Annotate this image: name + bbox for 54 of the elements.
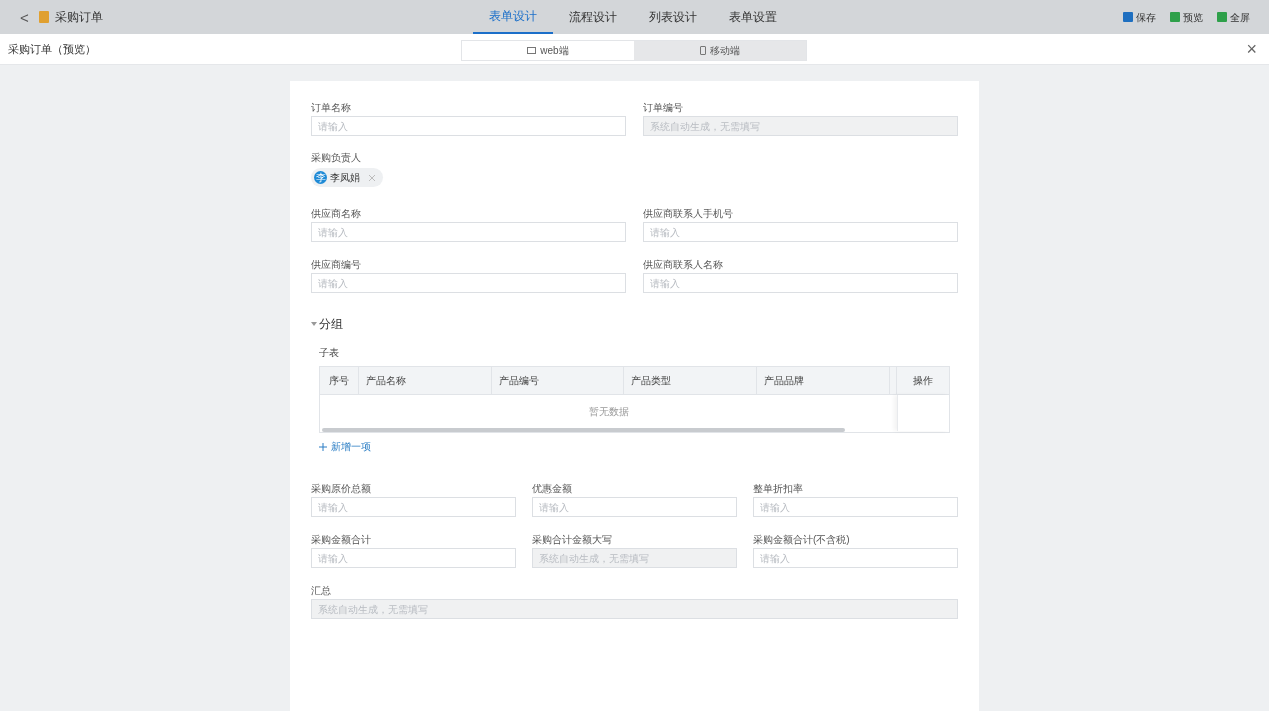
- input-field[interactable]: 请输入: [311, 548, 516, 568]
- input-field[interactable]: 请输入: [311, 497, 516, 517]
- avatar: 李: [314, 171, 327, 184]
- input-field[interactable]: 请输入: [311, 116, 626, 136]
- toolbar-button[interactable]: 全屏: [1217, 9, 1250, 25]
- scrollbar[interactable]: [322, 428, 845, 432]
- field-label: 供应商编号: [311, 258, 361, 272]
- add-row-link[interactable]: 新增一项: [319, 439, 371, 454]
- column-header: 产品品牌: [757, 367, 890, 394]
- preview-title: 采购订单（预览）: [7, 41, 96, 57]
- input-field[interactable]: 请输入: [643, 222, 958, 242]
- member-name: 李凤娟: [330, 171, 360, 185]
- tab[interactable]: 表单设置: [713, 0, 793, 34]
- caret-icon[interactable]: [311, 322, 317, 326]
- input-field[interactable]: 请输入: [643, 273, 958, 293]
- toolbar-button[interactable]: 预览: [1170, 9, 1203, 25]
- input-field[interactable]: 请输入: [311, 273, 626, 293]
- tab[interactable]: 流程设计: [553, 0, 633, 34]
- mode-tab[interactable]: 移动端: [634, 41, 806, 60]
- field-label: 供应商名称: [311, 207, 361, 221]
- remove-icon[interactable]: [369, 174, 375, 181]
- field-label: 供应商联系人手机号: [643, 207, 733, 221]
- field-label: 采购合计金额大写: [532, 533, 612, 547]
- phone-icon: [700, 46, 706, 55]
- close-button[interactable]: ×: [1246, 40, 1269, 58]
- empty-text: 暂无数据: [587, 404, 630, 419]
- column-header: 操作: [912, 374, 934, 388]
- field-label: 汇总: [311, 584, 331, 598]
- column-header: 产品类型: [624, 367, 757, 394]
- group-title: 分组: [319, 316, 343, 333]
- column-header: 产品名称: [359, 367, 492, 394]
- field-label: 订单编号: [643, 101, 683, 115]
- input-field[interactable]: 请输入: [753, 497, 958, 517]
- field-label: 采购负责人: [311, 152, 362, 164]
- field-label: 供应商联系人名称: [643, 258, 723, 272]
- plus-icon: [319, 442, 327, 451]
- column-header: 产品编号: [492, 367, 624, 394]
- field-label: 采购金额合计(不含税): [753, 533, 850, 547]
- field-label: 优惠金额: [532, 482, 572, 496]
- member-tag[interactable]: 李 李凤娟: [311, 168, 383, 187]
- field-label: 采购金额合计: [311, 533, 371, 547]
- toolbar-button[interactable]: 保存: [1123, 9, 1156, 25]
- tab[interactable]: 列表设计: [633, 0, 713, 34]
- column-header: 序号: [320, 367, 359, 394]
- monitor-icon: [527, 47, 537, 54]
- input-field[interactable]: 请输入: [311, 222, 626, 242]
- back-button[interactable]: <: [20, 9, 29, 25]
- input-field[interactable]: 请输入: [532, 497, 737, 517]
- field-label: 采购原价总额: [311, 482, 371, 496]
- field-label: 整单折扣率: [753, 482, 803, 496]
- app-title: 采购订单: [54, 9, 103, 26]
- subtable-label: 子表: [319, 346, 340, 360]
- input-field[interactable]: 请输入: [753, 548, 958, 568]
- field-label: 订单名称: [311, 101, 351, 115]
